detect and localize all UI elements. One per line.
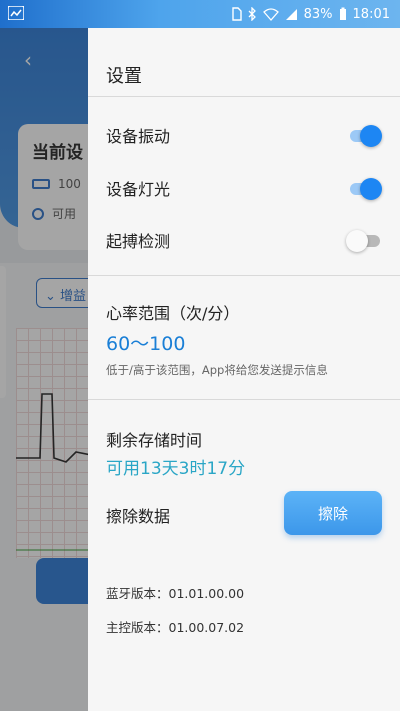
wifi-icon <box>262 7 279 21</box>
status-bar: 83% 18:01 <box>0 0 400 28</box>
divider <box>88 399 400 400</box>
drawer-title: 设置 <box>106 66 142 87</box>
setting-row-pacing[interactable]: 起搏检测 <box>106 225 382 255</box>
bluetooth-icon <box>248 7 256 21</box>
pacing-toggle[interactable] <box>346 230 382 252</box>
setting-label-vibration: 设备振动 <box>106 127 171 146</box>
battery-percent: 83% <box>303 6 333 22</box>
erase-label: 擦除数据 <box>106 507 171 526</box>
signal-icon <box>285 8 297 20</box>
setting-row-vibration[interactable]: 设备振动 <box>106 120 382 150</box>
light-toggle[interactable] <box>346 178 382 200</box>
battery-icon <box>339 7 346 20</box>
storage-remaining: 可用13天3时17分 <box>106 459 246 479</box>
divider <box>88 275 400 276</box>
divider <box>88 96 400 97</box>
storage-title: 剩余存储时间 <box>106 431 203 450</box>
bluetooth-version: 蓝牙版本：01.01.00.00 <box>106 586 245 601</box>
setting-row-light[interactable]: 设备灯光 <box>106 173 382 203</box>
setting-label-pacing: 起搏检测 <box>106 232 171 251</box>
settings-drawer: 设置 设备振动 设备灯光 起搏检测 心率范围（次/分） 60～100 低于/高于… <box>88 28 400 711</box>
sim-icon <box>231 7 242 21</box>
heart-rate-range[interactable]: 60～100 <box>106 329 185 356</box>
clock: 18:01 <box>352 6 390 22</box>
notification-icon <box>8 6 24 20</box>
heart-rate-hint: 低于/高于该范围，App将给您发送提示信息 <box>106 363 328 377</box>
main-version: 主控版本：01.00.07.02 <box>106 620 245 635</box>
vibration-toggle[interactable] <box>346 125 382 147</box>
setting-label-light: 设备灯光 <box>106 180 171 199</box>
heart-rate-title: 心率范围（次/分） <box>106 304 240 323</box>
erase-button[interactable]: 擦除 <box>284 491 382 535</box>
